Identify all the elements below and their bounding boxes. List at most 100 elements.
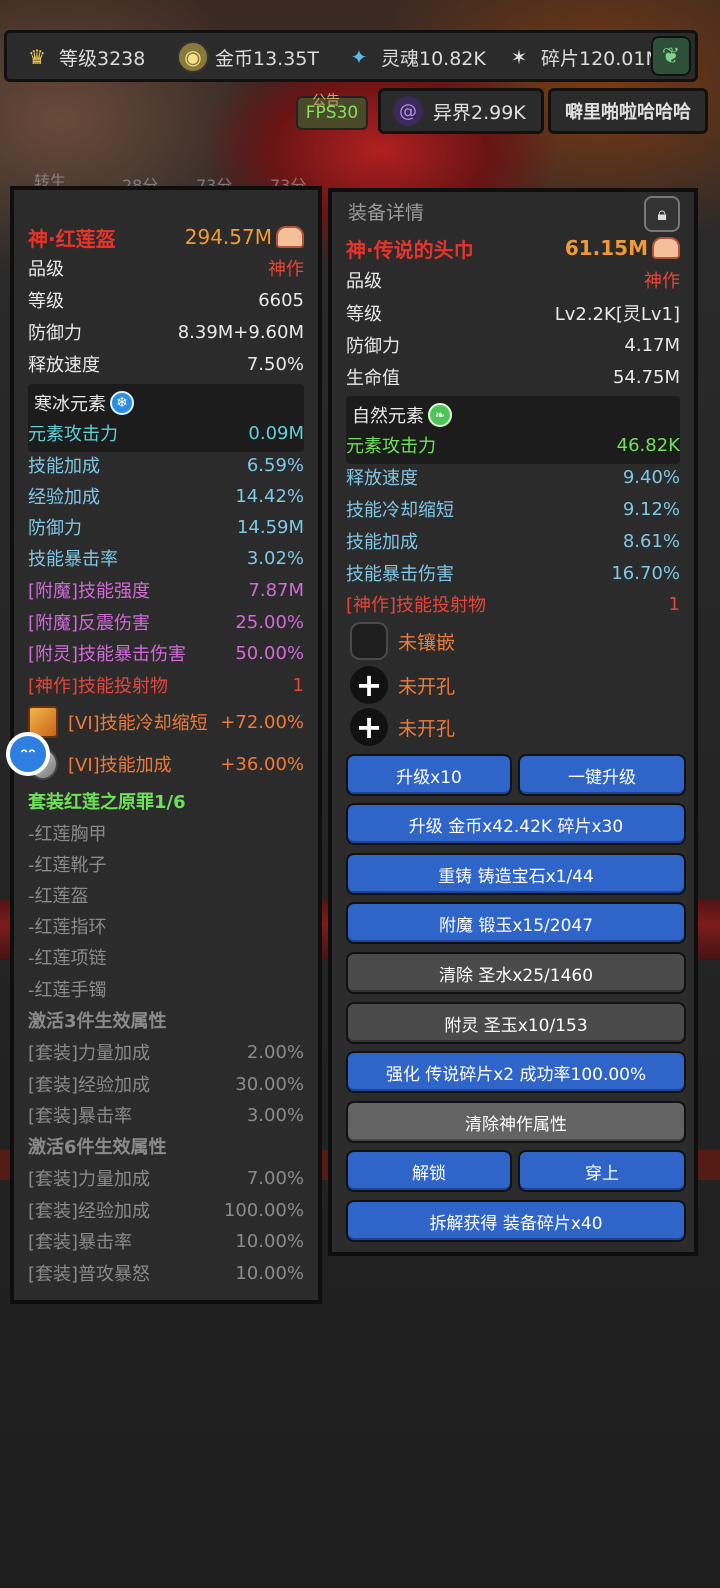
gem-socket-locked[interactable]: + 未开孔	[350, 708, 455, 746]
element-row: 元素攻击力 46.82K	[346, 430, 680, 460]
fps-indicator[interactable]: 公告 FPS30	[296, 93, 368, 130]
stat-label: [附魔]反震伤害	[28, 613, 151, 634]
upgrade-cost-button[interactable]: 升级 金币x42.42K 碎片x30	[346, 803, 686, 845]
set-bonus-row: [套装]经验加成 100.00%	[28, 1195, 304, 1225]
stat-value: 2.00%	[246, 1041, 304, 1063]
otherworld-counter: @ 异界2.99K	[378, 88, 544, 134]
stat-row: 品级 神作	[346, 265, 680, 295]
resource-bar: ♛ 等级3238 ◉ 金币13.35T ✦ 灵魂10.82K ✶ 碎片120.0…	[4, 30, 698, 82]
stat-label: 释放速度	[346, 468, 418, 489]
element-row: 元素攻击力 0.09M	[28, 418, 304, 448]
shard-value: 碎片120.01M	[541, 47, 662, 70]
stat-row: 品级 神作	[28, 253, 304, 283]
leaf-icon[interactable]: ❦	[651, 36, 691, 76]
set-bonus-row: [套装]暴击率 10.00%	[28, 1226, 304, 1256]
stat-row: 技能加成 6.59%	[28, 450, 304, 480]
set-item: -红莲胸甲	[28, 818, 304, 848]
clear-divine-button[interactable]: 清除神作属性	[346, 1101, 686, 1143]
set-item: -红莲盔	[28, 880, 304, 910]
stat-row: 防御力 8.39M+9.60M	[28, 317, 304, 347]
element-header: 自然元素 ❧	[352, 402, 452, 428]
shard-counter: ✶ 碎片120.01M	[503, 39, 662, 75]
gem-socket-locked[interactable]: + 未开孔	[350, 666, 455, 704]
element-name: 自然元素	[352, 406, 424, 427]
gem-label: [VI]技能加成	[68, 755, 172, 776]
item-name: 神·红莲盔	[28, 226, 116, 251]
stat-value: 8.61%	[622, 530, 680, 552]
stat-value: 神作	[268, 259, 304, 280]
stat-row: 技能加成 8.61%	[346, 526, 680, 556]
stat-label: 技能暴击率	[28, 549, 118, 570]
set-bonus-row: [套装]经验加成 30.00%	[28, 1069, 304, 1099]
stat-value: 14.59M	[236, 516, 304, 538]
item-name: 神·传说的头巾	[346, 237, 474, 262]
stat-label: 品级	[28, 259, 64, 280]
plus-icon: +	[350, 708, 388, 746]
stat-value: 46.82K	[616, 434, 680, 456]
empty-slot-icon	[350, 622, 388, 660]
set-bonus-row: [套装]普攻暴怒 10.00%	[28, 1258, 304, 1288]
soul-counter: ✦ 灵魂10.82K	[343, 39, 486, 75]
stat-label: [神作]技能投射物	[28, 676, 169, 697]
stat-label: [套装]力量加成	[28, 1043, 151, 1064]
stat-value: 7.50%	[246, 353, 304, 375]
gem-row[interactable]: [VI]技能冷却缩短 +72.00%	[28, 704, 304, 740]
enchant-button[interactable]: 附魔 锻玉x15/2047	[346, 902, 686, 944]
stat-value: 25.00%	[235, 611, 304, 633]
gem-value: +72.00%	[220, 711, 304, 733]
stat-value: 9.12%	[622, 498, 680, 520]
equip-button[interactable]: 穿上	[518, 1150, 686, 1192]
stat-value: 54.75M	[612, 366, 680, 388]
otherworld-value: 异界2.99K	[433, 101, 526, 124]
set6-title-row: 激活6件生效属性	[28, 1131, 304, 1161]
clear-button[interactable]: 清除 圣水x25/1460	[346, 952, 686, 994]
stat-value: 1	[668, 593, 680, 615]
item-title-row: 神·传说的头巾 61.15M	[346, 233, 680, 263]
stat-label: 元素攻击力	[28, 424, 118, 445]
set-item: -红莲指环	[28, 911, 304, 941]
strengthen-button[interactable]: 强化 传说碎片x2 成功率100.00%	[346, 1051, 686, 1093]
power-value: 61.15M	[564, 236, 648, 260]
socket-label: 未开孔	[398, 717, 456, 740]
gem-row[interactable]: [VI]技能加成 +36.00%	[28, 746, 304, 782]
stat-label: 等级	[346, 304, 382, 325]
gem-socket-empty[interactable]: 未镶嵌	[350, 622, 455, 660]
stat-value: 3.02%	[246, 547, 304, 569]
item-power: 61.15M	[565, 236, 680, 260]
player-name: 噼里啪啦哈哈哈	[565, 102, 691, 123]
stat-value: 6.59%	[246, 454, 304, 476]
power-value: 294.57M	[184, 225, 272, 249]
stat-label: [神作]技能投射物	[346, 595, 487, 616]
item-detail-panel: 装备详情 🔒︎ 神·传说的头巾 61.15M 品级 神作 等级 Lv2.2K[灵Lv…	[328, 188, 698, 1256]
set-item: -红莲手镯	[28, 974, 304, 1004]
stat-row: 技能暴击伤害 16.70%	[346, 558, 680, 588]
set-item-label: -红莲靴子	[28, 855, 107, 876]
spirit-button[interactable]: 附灵 圣玉x10/153	[346, 1002, 686, 1044]
stat-row: 等级 6605	[28, 285, 304, 315]
stat-label: 技能加成	[346, 532, 418, 553]
stat-value: 4.17M	[624, 334, 680, 356]
element-name: 寒冰元素	[34, 394, 106, 415]
stat-row: 释放速度 7.50%	[28, 349, 304, 379]
upgrade-x10-button[interactable]: 升级x10	[346, 754, 512, 796]
reforge-button[interactable]: 重铸 铸造宝石x1/44	[346, 853, 686, 895]
item-title-row: 神·红莲盔 294.57M	[28, 222, 304, 252]
set-item: -红莲项链	[28, 942, 304, 972]
stat-label: 等级	[28, 291, 64, 312]
shard-icon: ✶	[510, 45, 528, 69]
set-item: -红莲靴子	[28, 849, 304, 879]
stat-value: 9.40%	[622, 466, 680, 488]
socket-label: 未开孔	[398, 675, 456, 698]
player-name-button[interactable]: 噼里啪啦哈哈哈	[548, 88, 708, 134]
stat-row: [附魔]技能强度 7.87M	[28, 575, 304, 605]
chat-bubble-icon[interactable]: ᵔᵔ	[6, 732, 50, 776]
dismantle-button[interactable]: 拆解获得 装备碎片x40	[346, 1200, 686, 1242]
set-item-label: -红莲指环	[28, 917, 107, 938]
lock-icon[interactable]: 🔒︎	[644, 196, 680, 232]
muscle-arm-icon	[652, 237, 680, 259]
stat-value: 16.70%	[611, 562, 680, 584]
stat-row: [附魔]反震伤害 25.00%	[28, 607, 304, 637]
upgrade-all-button[interactable]: 一键升级	[518, 754, 686, 796]
unlock-button[interactable]: 解锁	[346, 1150, 512, 1192]
stat-row: 生命值 54.75M	[346, 362, 680, 392]
